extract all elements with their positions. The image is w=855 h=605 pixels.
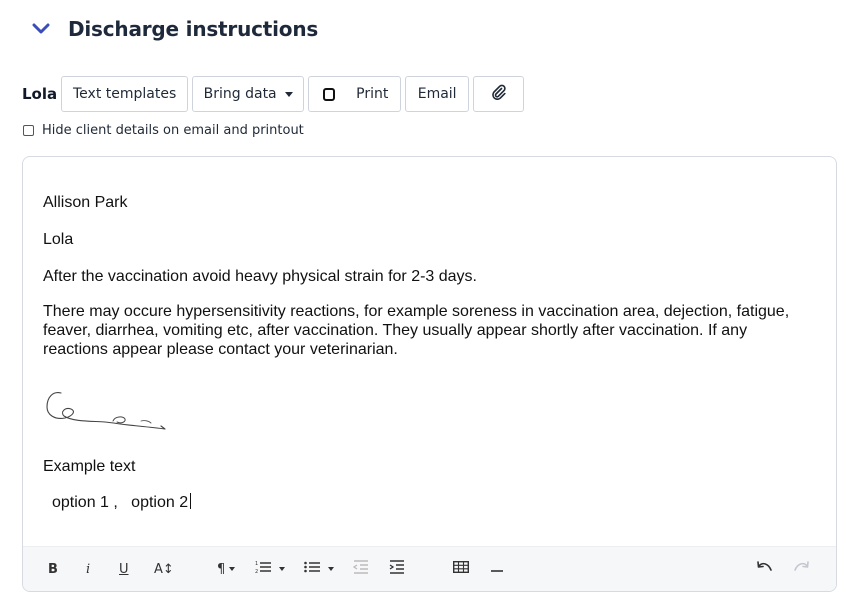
rich-text-editor[interactable]: Allison Park Lola After the vaccination … bbox=[22, 156, 837, 592]
pet-name-text: Lola bbox=[43, 231, 74, 248]
undo-button[interactable] bbox=[757, 559, 773, 579]
email-button[interactable]: Email bbox=[405, 76, 470, 112]
paragraph-icon: ¶ bbox=[217, 561, 226, 577]
hide-client-details-label[interactable]: Hide client details on email and printou… bbox=[42, 123, 304, 138]
outdent-icon bbox=[352, 559, 369, 579]
pet-name-label: Lola bbox=[22, 85, 58, 103]
print-icon bbox=[323, 87, 336, 101]
caret-down-icon bbox=[229, 567, 236, 571]
caret-down-icon bbox=[279, 567, 285, 571]
ordered-list-icon: 12 bbox=[255, 560, 271, 579]
signature-image bbox=[43, 385, 173, 440]
section-header: Discharge instructions bbox=[30, 12, 318, 46]
text-templates-button[interactable]: Text templates bbox=[61, 76, 189, 112]
caret-down-icon bbox=[328, 567, 334, 571]
hide-client-details-checkbox[interactable] bbox=[23, 124, 34, 136]
options-line: option 1 , option 2 bbox=[52, 493, 192, 512]
horizontal-rule-button[interactable] bbox=[491, 559, 503, 579]
chevron-down-icon[interactable] bbox=[30, 18, 52, 40]
editor-formatting-toolbar: B i U A↕ ¶ 12 bbox=[23, 546, 836, 591]
indent-button[interactable] bbox=[389, 559, 405, 579]
font-size-icon[interactable]: A↕ bbox=[154, 559, 174, 579]
bullet-list-dropdown[interactable] bbox=[304, 559, 334, 579]
text-cursor bbox=[190, 493, 192, 509]
bring-data-label: Bring data bbox=[203, 86, 277, 102]
hide-client-details-row: Hide client details on email and printou… bbox=[23, 121, 304, 139]
insert-table-button[interactable] bbox=[452, 559, 470, 579]
redo-button[interactable] bbox=[793, 559, 809, 579]
horizontal-rule-icon bbox=[491, 560, 503, 578]
section-title: Discharge instructions bbox=[68, 17, 319, 41]
table-icon bbox=[452, 560, 470, 578]
bullet-list-icon bbox=[304, 560, 320, 579]
instruction-paragraph-2: There may occure hypersensitivity reacti… bbox=[43, 303, 790, 358]
instruction-paragraph-1: After the vaccination avoid heavy physic… bbox=[43, 268, 477, 285]
paperclip-icon bbox=[491, 84, 507, 104]
underline-icon[interactable]: U bbox=[119, 559, 129, 579]
caret-down-icon bbox=[284, 91, 293, 97]
italic-icon[interactable]: i bbox=[86, 559, 90, 579]
client-name-text: Allison Park bbox=[43, 194, 128, 211]
attach-button[interactable] bbox=[473, 76, 525, 112]
bring-data-dropdown[interactable]: Bring data bbox=[192, 76, 305, 112]
text-templates-label: Text templates bbox=[73, 86, 177, 102]
undo-icon bbox=[757, 560, 773, 578]
paragraph-format-dropdown[interactable]: ¶ bbox=[217, 559, 236, 579]
bold-icon[interactable]: B bbox=[48, 559, 58, 579]
example-text: Example text bbox=[43, 458, 136, 475]
redo-icon bbox=[793, 560, 809, 578]
svg-text:2: 2 bbox=[255, 569, 258, 574]
svg-text:1: 1 bbox=[255, 561, 258, 567]
ordered-list-dropdown[interactable]: 12 bbox=[255, 559, 285, 579]
print-label: Print bbox=[356, 86, 389, 102]
print-button[interactable]: Print bbox=[308, 76, 402, 112]
outdent-button[interactable] bbox=[352, 559, 369, 579]
indent-icon bbox=[389, 559, 405, 579]
email-label: Email bbox=[417, 86, 457, 102]
options-text: option 1 , option 2 bbox=[52, 494, 189, 511]
document-toolbar: Lola Text templates Bring data Print Ema… bbox=[22, 76, 528, 112]
